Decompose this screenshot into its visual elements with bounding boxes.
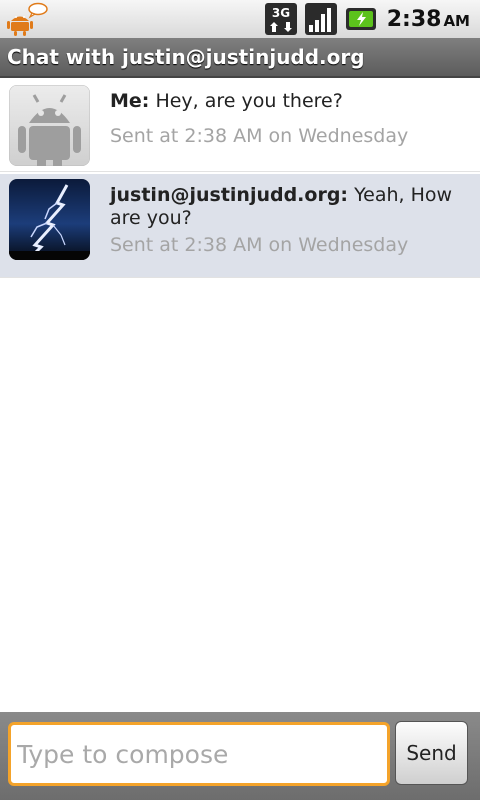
network-type-label: 3G bbox=[272, 6, 290, 20]
network-3g-icon: 3G bbox=[264, 3, 297, 35]
status-bar: 3G 2:38 AM bbox=[0, 0, 480, 39]
message-sender: justin@justinjudd.org: bbox=[110, 184, 349, 206]
message-body: Me: Hey, are you there? Sent at 2:38 AM … bbox=[110, 90, 465, 148]
message-timestamp: Sent at 2:38 AM on Wednesday bbox=[110, 125, 409, 147]
lightning-photo bbox=[9, 179, 90, 260]
message-text: Hey, are you there? bbox=[155, 90, 343, 112]
signal-strength-icon bbox=[304, 3, 337, 35]
compose-input[interactable] bbox=[8, 722, 390, 786]
android-notification-icon bbox=[7, 2, 48, 36]
notification-area[interactable] bbox=[6, 2, 50, 36]
avatar bbox=[9, 179, 90, 260]
compose-bar: Send bbox=[0, 712, 480, 800]
battery-charging-icon bbox=[345, 8, 376, 30]
message-sender: Me: bbox=[110, 90, 150, 112]
page-title: Chat with justin@justinjudd.org bbox=[0, 38, 480, 78]
clock-time: 2:38 bbox=[386, 6, 442, 32]
clock: 2:38 AM bbox=[387, 7, 470, 32]
send-button[interactable]: Send bbox=[395, 721, 468, 785]
message-timestamp: Sent at 2:38 AM on Wednesday bbox=[110, 234, 409, 256]
avatar bbox=[9, 85, 90, 166]
android-robot-icon bbox=[9, 85, 90, 166]
message-item-me[interactable]: Me: Hey, are you there? Sent at 2:38 AM … bbox=[0, 80, 480, 172]
message-body: justin@justinjudd.org: Yeah, How are you… bbox=[110, 184, 465, 257]
clock-ampm: AM bbox=[443, 11, 470, 30]
message-item-justin[interactable]: justin@justinjudd.org: Yeah, How are you… bbox=[0, 174, 480, 278]
message-list[interactable]: Me: Hey, are you there? Sent at 2:38 AM … bbox=[0, 80, 480, 278]
status-icons: 3G 2:38 AM bbox=[264, 0, 470, 38]
